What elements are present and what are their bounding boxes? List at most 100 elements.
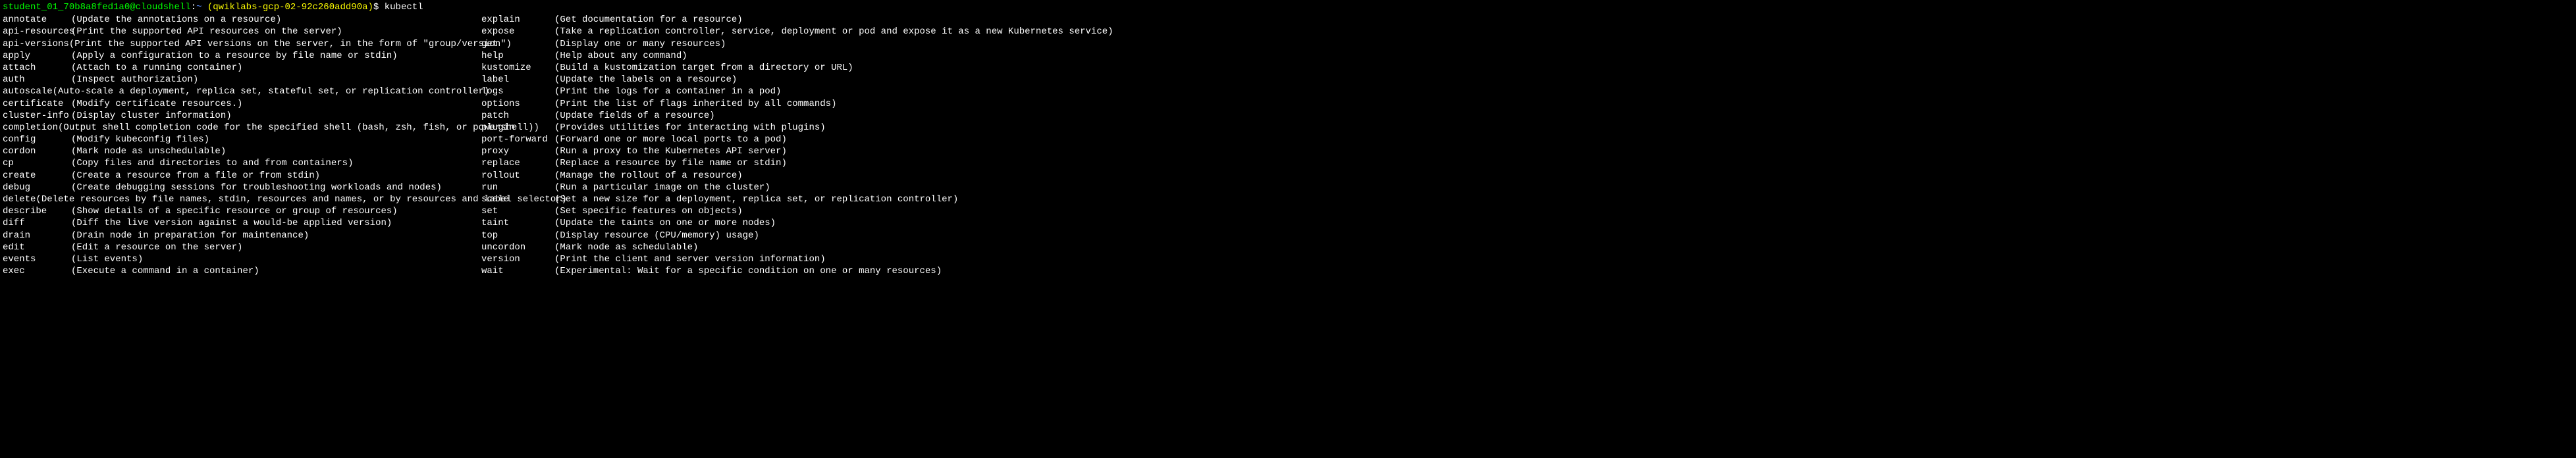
completion-description: (Auto-scale a deployment, replica set, s… (53, 86, 490, 97)
completion-row[interactable]: logs(Print the logs for a container in a… (481, 86, 1114, 97)
completion-command: run (481, 182, 554, 193)
completion-row[interactable]: annotate(Update the annotations on a res… (3, 14, 481, 26)
completion-command: help (481, 50, 554, 62)
completion-description: (Build a kustomization target from a dir… (554, 62, 853, 74)
completion-row[interactable]: plugin(Provides utilities for interactin… (481, 122, 1114, 134)
completion-row[interactable]: help(Help about any command) (481, 50, 1114, 62)
completion-row[interactable]: expose(Take a replication controller, se… (481, 26, 1114, 38)
completion-row[interactable]: api-versions(Print the supported API ver… (3, 38, 481, 50)
completion-column-right: explain(Get documentation for a resource… (481, 14, 1114, 277)
completion-row[interactable]: top(Display resource (CPU/memory) usage) (481, 230, 1114, 242)
completion-command: cordon (3, 145, 71, 157)
completion-command: drain (3, 230, 71, 242)
completion-row[interactable]: create(Create a resource from a file or … (3, 170, 481, 182)
completion-row[interactable]: api-resources(Print the supported API re… (3, 26, 481, 38)
completion-description: (Copy files and directories to and from … (71, 157, 353, 169)
completion-row[interactable]: autoscale(Auto-scale a deployment, repli… (3, 86, 481, 97)
completion-command: events (3, 253, 71, 265)
completion-command: port-forward (481, 134, 554, 145)
completion-row[interactable]: certificate(Modify certificate resources… (3, 98, 481, 110)
prompt-project: (qwiklabs-gcp-02-92c260add90a) (207, 2, 373, 13)
completion-row[interactable]: label(Update the labels on a resource) (481, 74, 1114, 86)
completion-description: (Show details of a specific resource or … (71, 205, 398, 217)
completion-row[interactable]: auth(Inspect authorization) (3, 74, 481, 86)
completion-row[interactable]: cp(Copy files and directories to and fro… (3, 157, 481, 169)
completion-row[interactable]: cordon(Mark node as unschedulable) (3, 145, 481, 157)
completion-command: auth (3, 74, 71, 86)
completion-command: explain (481, 14, 554, 26)
completion-row[interactable]: delete(Delete resources by file names, s… (3, 193, 481, 205)
completion-command: completion (3, 122, 58, 134)
completion-row[interactable]: kustomize(Build a kustomization target f… (481, 62, 1114, 74)
completion-row[interactable]: uncordon(Mark node as schedulable) (481, 242, 1114, 253)
completion-column-left: annotate(Update the annotations on a res… (3, 14, 481, 277)
completion-description: (Print the supported API versions on the… (69, 38, 512, 50)
completion-command: patch (481, 110, 554, 122)
completion-command: debug (3, 182, 71, 193)
completion-row[interactable]: exec(Execute a command in a container) (3, 265, 481, 277)
completion-row[interactable]: rollout(Manage the rollout of a resource… (481, 170, 1114, 182)
completion-command: label (481, 74, 554, 86)
completion-command: apply (3, 50, 71, 62)
completion-command: certificate (3, 98, 71, 110)
completion-row[interactable]: config(Modify kubeconfig files) (3, 134, 481, 145)
completion-command: exec (3, 265, 71, 277)
completion-row[interactable]: wait(Experimental: Wait for a specific c… (481, 265, 1114, 277)
completion-row[interactable]: set(Set specific features on objects) (481, 205, 1114, 217)
completion-row[interactable]: run(Run a particular image on the cluste… (481, 182, 1114, 193)
prompt-tilde: ~ (196, 2, 201, 13)
completion-row[interactable]: debug(Create debugging sessions for trou… (3, 182, 481, 193)
completion-description: (Update the taints on one or more nodes) (554, 217, 776, 229)
completion-command: diff (3, 217, 71, 229)
completion-row[interactable]: replace(Replace a resource by file name … (481, 157, 1114, 169)
completion-command: edit (3, 242, 71, 253)
completion-description: (Experimental: Wait for a specific condi… (554, 265, 942, 277)
completion-command: kustomize (481, 62, 554, 74)
completion-command: cluster-info (3, 110, 71, 122)
completion-row[interactable]: completion(Output shell completion code … (3, 122, 481, 134)
completion-command: create (3, 170, 71, 182)
completion-row[interactable]: options(Print the list of flags inherite… (481, 98, 1114, 110)
completion-command: uncordon (481, 242, 554, 253)
completion-description: (Display cluster information) (71, 110, 232, 122)
completion-command: options (481, 98, 554, 110)
completion-row[interactable]: taint(Update the taints on one or more n… (481, 217, 1114, 229)
completion-row[interactable]: apply(Apply a configuration to a resourc… (3, 50, 481, 62)
completion-command: top (481, 230, 554, 242)
completion-description: (Get documentation for a resource) (554, 14, 743, 26)
completion-description: (Diff the live version against a would-b… (71, 217, 392, 229)
completion-row[interactable]: scale(Set a new size for a deployment, r… (481, 193, 1114, 205)
completion-row[interactable]: patch(Update fields of a resource) (481, 110, 1114, 122)
completion-description: (Run a particular image on the cluster) (554, 182, 770, 193)
completion-command: proxy (481, 145, 554, 157)
completion-description: (Create a resource from a file or from s… (71, 170, 320, 182)
terminal-prompt-line[interactable]: student_01_70b8a8fed1a0@cloudshell:~ (qw… (3, 1, 2573, 13)
completion-description: (Output shell completion code for the sp… (58, 122, 539, 134)
completion-row[interactable]: get(Display one or many resources) (481, 38, 1114, 50)
completion-command: plugin (481, 122, 554, 134)
completion-description: (Display resource (CPU/memory) usage) (554, 230, 759, 242)
completion-command: wait (481, 265, 554, 277)
completion-description: (Help about any command) (554, 50, 687, 62)
completion-row[interactable]: drain(Drain node in preparation for main… (3, 230, 481, 242)
completion-row[interactable]: edit(Edit a resource on the server) (3, 242, 481, 253)
completion-row[interactable]: attach(Attach to a running container) (3, 62, 481, 74)
completion-description: (Display one or many resources) (554, 38, 726, 50)
completion-row[interactable]: events(List events) (3, 253, 481, 265)
completion-command: scale (481, 193, 554, 205)
completion-row[interactable]: version(Print the client and server vers… (481, 253, 1114, 265)
completion-command: taint (481, 217, 554, 229)
completion-description: (Update fields of a resource) (554, 110, 715, 122)
completion-row[interactable]: cluster-info(Display cluster information… (3, 110, 481, 122)
completion-columns: annotate(Update the annotations on a res… (3, 14, 2573, 277)
completion-command: cp (3, 157, 71, 169)
prompt-dollar: $ (373, 2, 379, 13)
completion-row[interactable]: diff(Diff the live version against a wou… (3, 217, 481, 229)
completion-row[interactable]: explain(Get documentation for a resource… (481, 14, 1114, 26)
completion-description: (Create debugging sessions for troublesh… (71, 182, 442, 193)
completion-row[interactable]: port-forward(Forward one or more local p… (481, 134, 1114, 145)
completion-command: set (481, 205, 554, 217)
completion-row[interactable]: proxy(Run a proxy to the Kubernetes API … (481, 145, 1114, 157)
completion-row[interactable]: describe(Show details of a specific reso… (3, 205, 481, 217)
completion-command: rollout (481, 170, 554, 182)
